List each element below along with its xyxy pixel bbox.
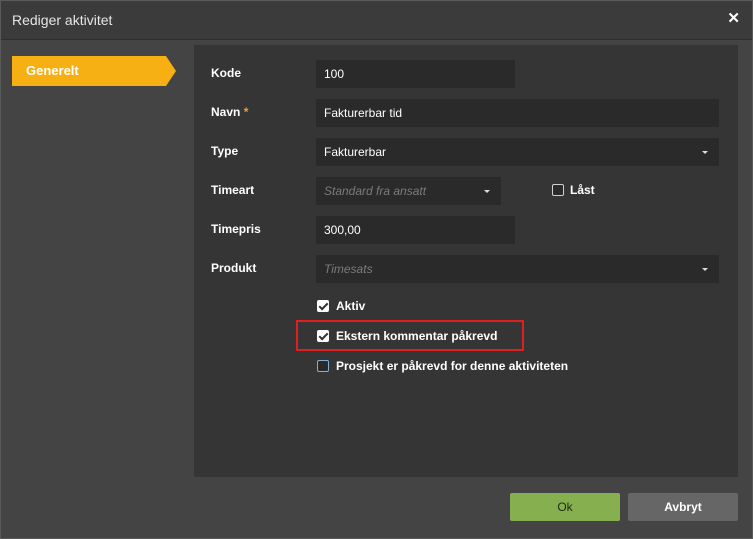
dialog-title: Rediger aktivitet bbox=[12, 12, 113, 28]
required-mark: * bbox=[243, 105, 249, 119]
tab-generelt[interactable]: Generelt bbox=[12, 56, 176, 86]
chevron-down-icon bbox=[702, 151, 708, 154]
navn-label: Navn * bbox=[211, 105, 248, 119]
kode-label: Kode bbox=[211, 66, 241, 80]
produkt-label: Produkt bbox=[211, 261, 257, 275]
prosjekt-paakrevd-checkbox[interactable] bbox=[317, 360, 329, 372]
cancel-button[interactable]: Avbryt bbox=[628, 493, 738, 521]
navn-input[interactable]: Fakturerbar tid bbox=[316, 99, 719, 127]
tab-label: Generelt bbox=[26, 63, 79, 78]
close-icon[interactable]: ✕ bbox=[727, 11, 740, 27]
timepris-input[interactable]: 300,00 bbox=[316, 216, 515, 244]
timeart-select[interactable]: Standard fra ansatt bbox=[316, 177, 501, 205]
type-select[interactable]: Fakturerbar bbox=[316, 138, 719, 166]
dialog-titlebar: Rediger aktivitet ✕ bbox=[1, 1, 752, 40]
chevron-down-icon bbox=[484, 190, 490, 193]
produkt-placeholder: Timesats bbox=[324, 262, 373, 276]
ekstern-kommentar-label: Ekstern kommentar påkrevd bbox=[336, 329, 498, 343]
ekstern-kommentar-checkbox[interactable] bbox=[317, 330, 329, 342]
timepris-value: 300,00 bbox=[324, 223, 361, 237]
type-value: Fakturerbar bbox=[324, 145, 387, 159]
edit-activity-dialog: Rediger aktivitet ✕ Generelt Kode 100 Na… bbox=[0, 0, 753, 539]
navn-value: Fakturerbar tid bbox=[324, 106, 403, 120]
prosjekt-paakrevd-label: Prosjekt er påkrevd for denne aktivitete… bbox=[336, 359, 569, 373]
laast-label: Låst bbox=[570, 183, 595, 197]
chevron-down-icon bbox=[702, 268, 708, 271]
produkt-select[interactable]: Timesats bbox=[316, 255, 719, 283]
timeart-placeholder: Standard fra ansatt bbox=[324, 184, 427, 198]
timeart-label: Timeart bbox=[211, 183, 255, 197]
timepris-label: Timepris bbox=[211, 222, 261, 236]
aktiv-checkbox[interactable] bbox=[317, 300, 329, 312]
laast-checkbox[interactable] bbox=[552, 184, 564, 196]
navn-label-text: Navn bbox=[211, 105, 241, 119]
aktiv-label: Aktiv bbox=[336, 299, 366, 313]
kode-value: 100 bbox=[324, 67, 345, 81]
type-label: Type bbox=[211, 144, 239, 158]
kode-input[interactable]: 100 bbox=[316, 60, 515, 88]
ok-button[interactable]: Ok bbox=[510, 493, 620, 521]
